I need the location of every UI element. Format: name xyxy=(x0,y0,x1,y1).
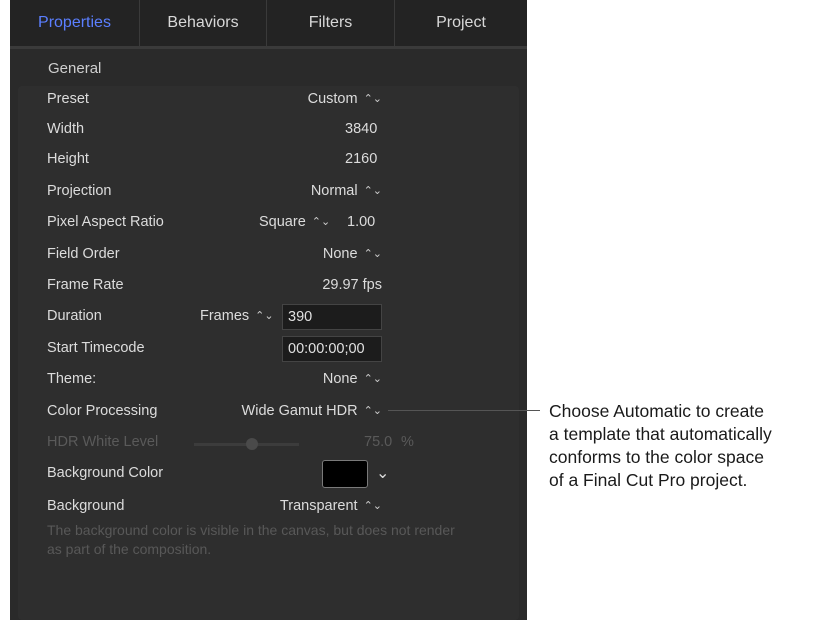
callout-line-2: a template that automatically xyxy=(549,424,772,444)
pixel-aspect-value[interactable]: 1.00 xyxy=(347,214,375,230)
section-header-general[interactable]: General xyxy=(48,60,101,77)
projection-label: Projection xyxy=(47,183,112,199)
row-start-timecode: Start Timecode 00:00:00;00 xyxy=(18,335,519,365)
tab-properties[interactable]: Properties xyxy=(10,0,140,46)
callout-leader-line xyxy=(388,410,540,411)
background-value: Transparent xyxy=(279,498,358,514)
row-preset: Preset Custom ⌃⌄ xyxy=(18,86,519,116)
tab-filters[interactable]: Filters xyxy=(267,0,395,46)
updown-arrows-icon: ⌃⌄ xyxy=(363,405,382,417)
updown-arrows-icon: ⌃⌄ xyxy=(363,500,382,512)
preset-popup[interactable]: Custom ⌃⌄ xyxy=(308,91,382,107)
frame-rate-value[interactable]: 29.97 fps xyxy=(322,277,382,293)
row-frame-rate: Frame Rate 29.97 fps xyxy=(18,272,519,302)
updown-arrows-icon: ⌃⌄ xyxy=(255,310,274,322)
updown-arrows-icon: ⌃⌄ xyxy=(363,93,382,105)
chevron-down-icon[interactable]: ⌄ xyxy=(376,463,389,483)
preset-value: Custom xyxy=(307,91,358,107)
updown-arrows-icon: ⌃⌄ xyxy=(311,216,331,228)
tab-project[interactable]: Project xyxy=(395,0,527,46)
row-theme: Theme: None ⌃⌄ xyxy=(18,366,519,396)
row-field-order: Field Order None ⌃⌄ xyxy=(18,241,519,271)
frame-rate-label: Frame Rate xyxy=(47,277,124,293)
callout-line-3: conforms to the color space xyxy=(549,447,764,467)
tab-divider xyxy=(10,46,527,49)
updown-arrows-icon: ⌃⌄ xyxy=(363,248,382,260)
theme-value: None xyxy=(322,371,358,387)
tab-bar: Properties Behaviors Filters Project xyxy=(10,0,527,46)
row-height: Height 2160 xyxy=(18,146,519,176)
row-pixel-aspect-ratio: Pixel Aspect Ratio Square ⌃⌄ 1.00 xyxy=(18,209,519,239)
row-projection: Projection Normal ⌃⌄ xyxy=(18,178,519,208)
callout-line-1: Choose Automatic to create xyxy=(549,401,764,421)
callout-line-4: of a Final Cut Pro project. xyxy=(549,470,748,490)
theme-popup[interactable]: None ⌃⌄ xyxy=(323,371,382,387)
pixel-aspect-mode-popup[interactable]: Square ⌃⌄ xyxy=(259,214,330,230)
projection-value: Normal xyxy=(310,183,358,199)
duration-unit-popup[interactable]: Frames ⌃⌄ xyxy=(200,308,274,324)
hdr-white-level-value[interactable]: 75.0 xyxy=(364,434,392,450)
preset-label: Preset xyxy=(47,91,89,107)
color-processing-popup[interactable]: Wide Gamut HDR ⌃⌄ xyxy=(242,403,382,419)
row-hdr-white-level: HDR White Level 75.0 % xyxy=(18,429,519,459)
start-timecode-field[interactable]: 00:00:00;00 xyxy=(282,336,382,362)
field-order-label: Field Order xyxy=(47,246,120,262)
pixel-aspect-ratio-label: Pixel Aspect Ratio xyxy=(47,214,164,230)
color-processing-value: Wide Gamut HDR xyxy=(241,403,358,419)
duration-label: Duration xyxy=(47,308,102,324)
background-popup[interactable]: Transparent ⌃⌄ xyxy=(280,498,382,514)
height-label: Height xyxy=(47,151,89,167)
background-color-swatch[interactable] xyxy=(322,460,368,488)
field-order-value: None xyxy=(322,246,358,262)
inspector-panel: Properties Behaviors Filters Project Gen… xyxy=(10,0,527,620)
duration-field[interactable]: 390 xyxy=(282,304,382,330)
hdr-white-level-unit: % xyxy=(401,434,414,450)
width-value[interactable]: 3840 xyxy=(345,121,377,137)
color-processing-label: Color Processing xyxy=(47,403,158,419)
tab-behaviors[interactable]: Behaviors xyxy=(140,0,267,46)
background-note: The background color is visible in the c… xyxy=(47,522,455,557)
updown-arrows-icon: ⌃⌄ xyxy=(363,373,382,385)
height-value[interactable]: 2160 xyxy=(345,151,377,167)
updown-arrows-icon: ⌃⌄ xyxy=(363,185,382,197)
row-width: Width 3840 xyxy=(18,116,519,146)
field-order-popup[interactable]: None ⌃⌄ xyxy=(323,246,382,262)
row-background: Background Transparent ⌃⌄ xyxy=(18,493,519,523)
width-label: Width xyxy=(47,121,85,137)
row-background-color: Background Color ⌄ xyxy=(18,460,519,490)
background-label: Background xyxy=(47,498,125,514)
duration-unit-value: Frames xyxy=(200,308,250,324)
theme-label: Theme: xyxy=(47,371,97,387)
projection-popup[interactable]: Normal ⌃⌄ xyxy=(311,183,382,199)
callout-annotation: Choose Automatic to create a template th… xyxy=(549,400,814,492)
start-timecode-label: Start Timecode xyxy=(47,340,145,356)
background-color-label: Background Color xyxy=(47,465,164,481)
row-duration: Duration Frames ⌃⌄ 390 xyxy=(18,303,519,333)
pixel-aspect-mode-value: Square xyxy=(259,214,306,230)
hdr-white-level-slider-knob[interactable] xyxy=(245,438,258,450)
row-color-processing: Color Processing Wide Gamut HDR ⌃⌄ xyxy=(18,398,519,428)
hdr-white-level-label: HDR White Level xyxy=(47,434,159,450)
